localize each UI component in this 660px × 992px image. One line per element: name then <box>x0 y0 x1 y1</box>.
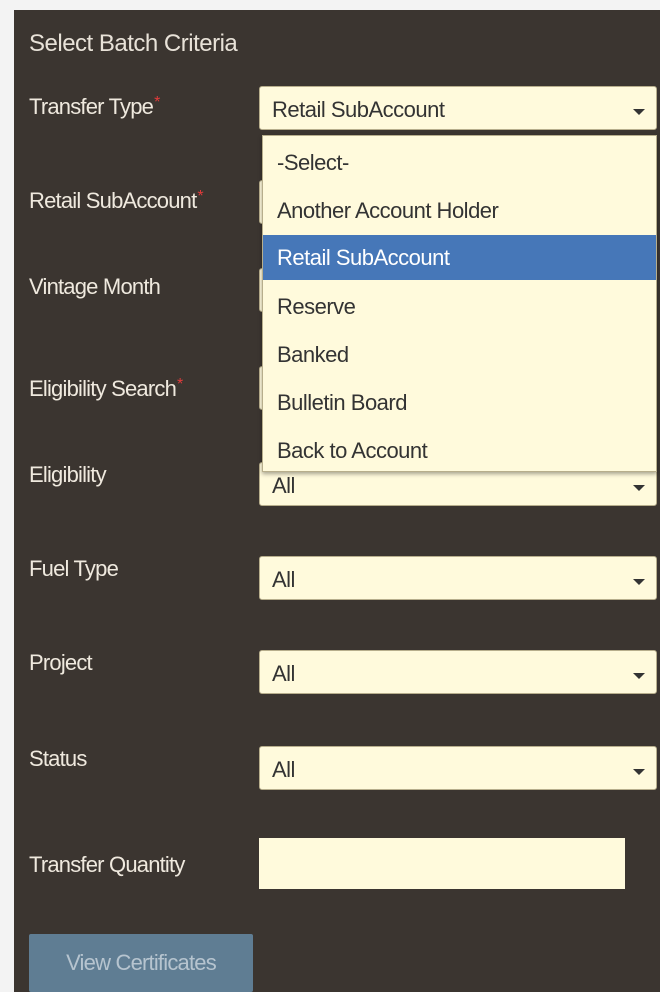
required-mark: * <box>154 94 160 111</box>
transfer-quantity-input[interactable] <box>259 838 625 889</box>
chevron-down-icon <box>633 485 645 491</box>
dropdown-option[interactable]: -Select- <box>263 140 656 185</box>
chevron-down-icon <box>633 109 645 115</box>
eligibility-search-label: Eligibility Search* <box>29 376 183 401</box>
chevron-down-icon <box>633 579 645 585</box>
chevron-down-icon <box>633 673 645 679</box>
eligibility-label: Eligibility <box>29 462 107 487</box>
project-select[interactable]: All <box>259 650 657 694</box>
chevron-down-icon <box>633 769 645 775</box>
status-select[interactable]: All <box>259 746 657 790</box>
dropdown-option[interactable]: Another Account Holder <box>263 188 656 233</box>
required-mark: * <box>197 188 203 205</box>
dropdown-option[interactable]: Reserve <box>263 284 656 329</box>
fuel-type-value: All <box>272 567 295 592</box>
vintage-month-label: Vintage Month <box>29 274 161 299</box>
dropdown-option[interactable]: Banked <box>263 332 656 377</box>
transfer-type-dropdown-list: -Select- Another Account Holder Retail S… <box>262 135 657 472</box>
required-mark: * <box>177 376 183 393</box>
dropdown-option[interactable]: Bulletin Board <box>263 380 656 425</box>
fuel-type-select[interactable]: All <box>259 556 657 600</box>
transfer-type-select[interactable]: Retail SubAccount <box>259 86 657 130</box>
transfer-quantity-label: Transfer Quantity <box>29 852 185 877</box>
retail-subaccount-label: Retail SubAccount* <box>29 188 204 213</box>
status-value: All <box>272 757 295 782</box>
project-value: All <box>272 661 295 686</box>
view-certificates-button[interactable]: View Certificates <box>29 934 253 992</box>
panel-title: Select Batch Criteria <box>29 30 238 57</box>
transfer-type-label: Transfer Type* <box>29 94 160 119</box>
dropdown-option[interactable]: Back to Account <box>263 428 656 473</box>
project-label: Project <box>29 650 93 675</box>
fuel-type-label: Fuel Type <box>29 556 119 581</box>
transfer-type-value: Retail SubAccount <box>272 97 445 122</box>
status-label: Status <box>29 746 87 771</box>
eligibility-value: All <box>272 473 295 498</box>
dropdown-option-selected[interactable]: Retail SubAccount <box>263 235 656 280</box>
